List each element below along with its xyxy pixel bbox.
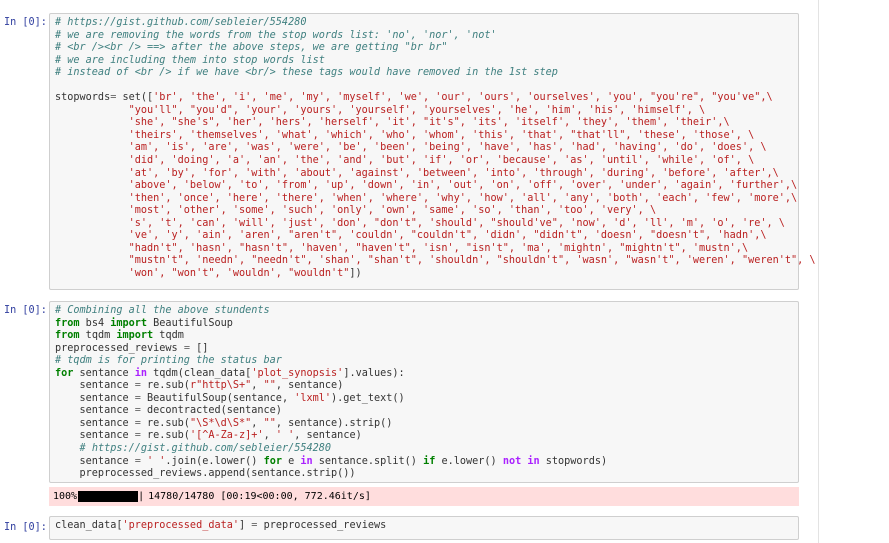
code-line: 'am', 'is', 'are', 'was', 'were', 'be', …	[55, 142, 767, 154]
progress-bar	[78, 491, 139, 502]
notebook-right-border	[818, 0, 819, 543]
code-line: 'won', "won't", 'wouldn', "wouldn't"	[55, 267, 350, 279]
code-line: 'theirs', 'themselves', 'what', 'which',…	[55, 129, 755, 141]
progress-stats: 14780/14780 [00:19<00:00, 772.46it/s]	[148, 491, 371, 502]
code-line: 'most', 'other', 'some', 'such', 'only',…	[55, 205, 657, 217]
code-line: 'above', 'below', 'to', 'from', 'up', 'd…	[55, 180, 798, 192]
cell-input-editor[interactable]: clean_data['preprocessed_data'] = prepro…	[49, 516, 799, 540]
code-line: 'then', 'once', 'here', 'there', 'when',…	[55, 192, 798, 204]
code-line: "mustn't", 'needn', "needn't", 'shan', "…	[55, 255, 816, 267]
cell-prompt: In [0]:	[4, 17, 47, 28]
code-line: "hadn't", 'hasn', "hasn't", 'haven', "ha…	[55, 242, 749, 254]
code-comment: # we are removing the words from the sto…	[55, 29, 497, 41]
code-comment: # we are including them into stop words …	[55, 54, 325, 66]
cell-prompt: In [0]:	[4, 305, 47, 316]
code-line: 'at', 'by', 'for', 'with', 'about', 'aga…	[55, 167, 779, 179]
code-line: 's', 't', 'can', 'will', 'just', 'don', …	[55, 217, 785, 229]
code-comment: # instead of <br /> if we have <br/> the…	[55, 67, 558, 79]
cell-input-editor[interactable]: # Combining all the above stundents from…	[49, 301, 799, 483]
assign-code: clean_data['preprocessed_data'] = prepro…	[55, 520, 387, 531]
code-line: 've', 'y', 'ain', 'aren', "aren't", 'cou…	[55, 230, 767, 242]
preprocessing-code: # Combining all the above stundents from…	[55, 305, 608, 480]
code-line: "you'll", "you'd", 'your', 'yours', 'you…	[55, 104, 706, 116]
stopwords-code: # https://gist.github.com/sebleier/55428…	[55, 17, 816, 279]
code-line: 'br', 'the', 'i', 'me', 'my', 'myself', …	[153, 92, 773, 104]
progress-percent: 100%	[53, 491, 78, 502]
cell-prompt: In [0]:	[4, 522, 47, 533]
code-comment: # https://gist.github.com/sebleier/55428…	[55, 17, 307, 28]
code-line: 'did', 'doing', 'a', 'an', 'the', 'and',…	[55, 155, 755, 167]
progress-bar-end: |	[138, 491, 145, 502]
progress-output: 100% | 14780/14780 [00:19<00:00, 772.46i…	[49, 487, 799, 506]
cell-input-editor[interactable]: # https://gist.github.com/sebleier/55428…	[49, 13, 816, 290]
code-line: 'she', "she's", 'her', 'hers', 'herself'…	[55, 117, 730, 129]
code-comment: # <br /><br /> ==> after the above steps…	[55, 42, 448, 54]
